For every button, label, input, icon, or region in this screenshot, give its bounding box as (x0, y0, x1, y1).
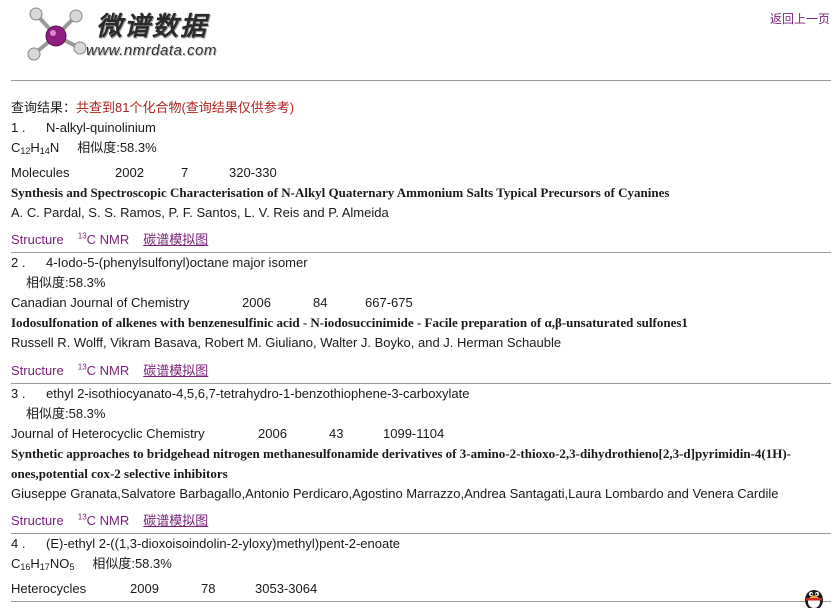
similarity: 相似度:58.3% (26, 275, 106, 291)
c13-nmr-link[interactable]: 13C NMR (78, 232, 130, 247)
compound-name-line: 3 . ethyl 2-isothiocyanato-4,5,6,7-tetrah… (11, 384, 831, 404)
spectrum-simulation-link[interactable]: 碳谱模拟图 (143, 513, 208, 528)
journal-pages: 3053-3064 (255, 580, 318, 596)
compound-name: 4-Iodo-5-(phenylsulfonyl)octane major is… (46, 255, 308, 271)
journal-volume: 78 (201, 580, 216, 596)
structure-link[interactable]: Structure (11, 363, 64, 378)
journal-line: Heterocycles 2009 78 3053-3064 (11, 577, 831, 599)
journal-pages: 667-675 (365, 295, 413, 311)
journal-year: 2006 (258, 425, 287, 441)
journal-name: Molecules (11, 165, 70, 180)
summary-label: 查询结果： (11, 100, 77, 115)
compound-name-line: 4 . (E)-ethyl 2-((1,3-dioxoisoindolin-2-y… (11, 534, 831, 554)
structure-link[interactable]: Structure (11, 513, 64, 528)
spectrum-simulation-link[interactable]: 碳谱模拟图 (143, 363, 208, 378)
result-index: 2 . (11, 255, 26, 271)
spectrum-simulation-link[interactable]: 碳谱模拟图 (143, 232, 208, 247)
formula-line: C16H17NO5 相似度:58.3% (11, 554, 831, 577)
result-index: 1 . (11, 120, 26, 135)
journal-pages: 1099-1104 (383, 425, 445, 441)
compound-name: ethyl 2-isothiocyanato-4,5,6,7-tetrahydr… (46, 385, 470, 401)
result-item: 2 . 4-Iodo-5-(phenylsulfonyl)octane major… (11, 253, 831, 384)
journal-name: Canadian Journal of Chemistry (11, 295, 190, 311)
compound-name-line: 2 . 4-Iodo-5-(phenylsulfonyl)octane major… (11, 253, 831, 273)
structure-link[interactable]: Structure (11, 232, 64, 247)
molecular-formula: C16H17NO5 (11, 555, 75, 572)
result-item: 4 . (E)-ethyl 2-((1,3-dioxoisoindolin-2-y… (11, 534, 831, 602)
compound-name: (E)-ethyl 2-((1,3-dioxoisoindolin-2-ylox… (46, 535, 401, 551)
similarity: 相似度:58.3% (92, 555, 172, 571)
journal-line: Canadian Journal of Chemistry 2006 84 667-6… (11, 293, 831, 313)
results-list: 1 . N-alkyl-quinolinium C12H14N 相似度:58.3% … (11, 118, 831, 602)
journal-year: 2009 (130, 580, 159, 596)
article-title: Iodosulfonation of alkenes with benzenes… (11, 315, 688, 331)
summary-count-text: 共查到81个化合物(查询结果仅供参考) (76, 100, 295, 115)
compound-name-line: 1 . N-alkyl-quinolinium (11, 118, 831, 138)
compound-name: N-alkyl-quinolinium (46, 120, 156, 135)
journal-line: Molecules 2002 7 320-330 (11, 161, 831, 183)
result-summary: 查询结果：共查到81个化合物(查询结果仅供参考) (11, 97, 294, 116)
article-authors: Giuseppe Granata,Salvatore Barbagallo,An… (11, 485, 779, 501)
logo-chinese-text: 微谱数据 (96, 12, 209, 42)
logo-url-text: www.nmrdata.com (86, 42, 217, 59)
result-item: 1 . N-alkyl-quinolinium C12H14N 相似度:58.3% … (11, 118, 831, 254)
journal-name: Heterocycles (11, 580, 87, 596)
c13-nmr-link[interactable]: 13C NMR (78, 362, 130, 377)
molecular-formula: C12H14N (11, 140, 60, 156)
article-title: Synthetic approaches to bridgehead nitro… (11, 445, 792, 481)
header-divider (11, 80, 831, 81)
journal-volume: 84 (313, 295, 328, 311)
result-item: 3 . ethyl 2-isothiocyanato-4,5,6,7-tetrah… (11, 384, 831, 534)
journal-year: 2002 (115, 165, 144, 180)
result-links: Structure 13C NMR 碳谱模拟图 (11, 504, 831, 531)
journal-volume: 7 (181, 165, 189, 180)
penguin-chat-icon[interactable] (801, 586, 827, 608)
result-links: Structure 13C NMR 碳谱模拟图 (11, 353, 831, 380)
journal-line: Journal of Heterocyclic Chemistry 2006 43 1… (11, 424, 831, 444)
molecule-logo-icon (27, 7, 87, 61)
formula-line: C12H14N 相似度:58.3% (11, 138, 831, 161)
article-authors: A. C. Pardal, S. S. Ramos, P. F. Santos,… (11, 205, 389, 220)
result-links: Structure 13C NMR 碳谱模拟图 (11, 223, 831, 250)
result-index: 3 . (11, 385, 26, 401)
article-authors: Russell R. Wolff, Vikram Basava, Robert … (11, 335, 562, 351)
c13-nmr-link[interactable]: 13C NMR (78, 513, 130, 528)
similarity: 相似度:58.3% (77, 140, 157, 155)
similarity: 相似度:58.3% (26, 405, 106, 421)
back-link[interactable]: 返回上一页 (770, 10, 830, 27)
journal-volume: 43 (329, 425, 344, 441)
journal-pages: 320-330 (229, 165, 277, 180)
site-header: 微谱数据 www.nmrdata.com 返回上一页 (0, 0, 835, 80)
article-title: Synthesis and Spectroscopic Characterisa… (11, 185, 670, 200)
result-index: 4 . (11, 535, 26, 551)
journal-year: 2006 (242, 295, 271, 311)
journal-name: Journal of Heterocyclic Chemistry (11, 425, 205, 441)
